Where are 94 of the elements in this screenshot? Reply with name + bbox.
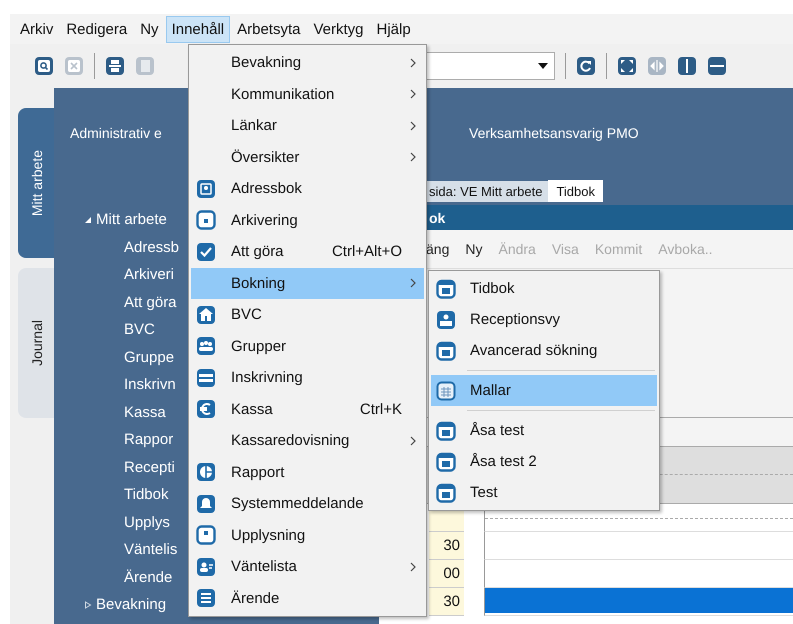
- shortcut-text: Ctrl+K: [358, 400, 402, 418]
- list-icon: [196, 588, 216, 608]
- menu-item[interactable]: Åsa test 2: [431, 446, 657, 477]
- time-label: 30: [429, 588, 464, 616]
- caret-icon: [538, 63, 548, 69]
- chevron-icon: [410, 278, 416, 288]
- chevron-icon: [410, 436, 416, 446]
- menu-item[interactable]: Ärende: [191, 582, 424, 614]
- grid-calendar-icon: [436, 380, 456, 400]
- menu-bar-item[interactable]: Innehåll: [166, 16, 230, 42]
- bell-icon: [196, 494, 216, 514]
- contact-card-icon: [196, 178, 216, 199]
- column-icon[interactable]: [677, 56, 697, 76]
- tree-item[interactable]: Kassa: [124, 398, 166, 426]
- expander-icon[interactable]: [84, 216, 92, 224]
- toolbar-button[interactable]: Ny: [465, 241, 482, 257]
- menu-bar-item[interactable]: Ny: [134, 16, 165, 42]
- window-title: ok: [429, 210, 446, 226]
- toolbar-button[interactable]: äng: [426, 241, 450, 257]
- menu-item[interactable]: Kassaredovisning: [191, 425, 424, 456]
- tree-item[interactable]: Bevakning: [84, 591, 166, 618]
- menu-item[interactable]: Grupper: [191, 330, 424, 362]
- menu-item[interactable]: Rapport: [191, 456, 424, 488]
- menu-item[interactable]: Väntelista: [191, 551, 424, 582]
- tree-item[interactable]: Tidbok: [124, 481, 168, 508]
- chevron-icon: [410, 58, 416, 68]
- menu-item[interactable]: Tidbok: [431, 273, 657, 304]
- tree-item[interactable]: Gruppe: [124, 344, 174, 371]
- menu-item[interactable]: Upplysning: [191, 520, 424, 551]
- header-text: Administrativ e: [70, 125, 162, 141]
- menu-bar-item[interactable]: Hjälp: [370, 16, 417, 42]
- tree-item[interactable]: Ärende: [124, 564, 172, 591]
- tree-item[interactable]: Rappor: [124, 426, 174, 454]
- dot-square-icon: [196, 525, 216, 546]
- checkmark-icon: [196, 242, 216, 262]
- row-icon[interactable]: [707, 56, 727, 76]
- time-label: 00: [429, 560, 464, 588]
- tree-item[interactable]: Inskrivn: [124, 371, 176, 398]
- menu-item[interactable]: Översikter: [191, 142, 424, 173]
- menu-item[interactable]: Inskrivning: [191, 362, 424, 394]
- expander-icon[interactable]: [84, 600, 92, 609]
- shortcut-text: Ctrl+Alt+O: [330, 243, 402, 260]
- house-icon: [196, 304, 216, 325]
- people-icon: [196, 336, 216, 356]
- menu-item[interactable]: Avancerad sökning: [431, 335, 657, 366]
- menu-item[interactable]: Test: [431, 477, 657, 508]
- menu-bar-item[interactable]: Verktyg: [307, 16, 370, 42]
- tree-item[interactable]: BVC: [124, 316, 155, 344]
- euro-icon: [196, 399, 216, 420]
- box-icon: [196, 210, 216, 230]
- side-tab[interactable]: Mitt arbete: [18, 108, 56, 258]
- menu-item[interactable]: Receptionsvy: [431, 304, 657, 335]
- printer-icon[interactable]: [105, 56, 125, 76]
- menu-item[interactable]: Bevakning: [191, 47, 424, 78]
- menu-item[interactable]: Mallar: [431, 375, 657, 406]
- refresh-icon[interactable]: [576, 56, 596, 76]
- menu-item[interactable]: Systemmeddelande: [191, 488, 424, 520]
- tree-item[interactable]: Väntelis: [124, 536, 178, 564]
- tree-item[interactable]: Adressb: [124, 234, 180, 261]
- tree-item[interactable]: Upplys: [124, 508, 170, 536]
- tree-item[interactable]: Recepti: [124, 454, 175, 481]
- chevron-icon: [410, 120, 416, 131]
- tree-item[interactable]: Mitt arbete: [84, 206, 167, 234]
- calendar-icon: [436, 420, 456, 440]
- menu-item[interactable]: Länkar: [191, 110, 424, 142]
- tree-item[interactable]: Att göra: [124, 288, 177, 316]
- menu-item[interactable]: Åsa test: [431, 415, 657, 446]
- side-tab[interactable]: Journal: [18, 268, 56, 418]
- search-icon[interactable]: [34, 56, 54, 76]
- menu-item[interactable]: Bokning: [191, 268, 424, 299]
- calendar-icon: [436, 340, 456, 360]
- expand-icon[interactable]: [617, 56, 637, 76]
- person-icon: [196, 556, 216, 577]
- menu-bar-item[interactable]: Arkiv: [14, 16, 60, 42]
- calendar-icon: [436, 482, 456, 502]
- chevron-icon: [410, 562, 416, 572]
- pie-chart-icon: [196, 462, 216, 482]
- menu-bar-item[interactable]: Redigera: [60, 16, 134, 42]
- menu-bar-item[interactable]: Arbetsyta: [231, 16, 306, 42]
- menu-item[interactable]: Kassa Ctrl+K: [191, 394, 424, 425]
- chevron-icon: [410, 89, 416, 100]
- header-text: Verksamhetsansvarig PMO: [469, 125, 639, 141]
- person-icon: [436, 310, 456, 330]
- menu-item[interactable]: Arkivering: [191, 204, 424, 236]
- calendar-icon: [436, 278, 456, 298]
- time-label: 30: [429, 532, 464, 560]
- menu-item[interactable]: BVC: [191, 299, 424, 330]
- menu-item[interactable]: Adressbok: [191, 173, 424, 204]
- menu-item[interactable]: Att göra Ctrl+Alt+O: [191, 236, 424, 268]
- tree-item[interactable]: Arkiveri: [124, 261, 174, 288]
- chevron-icon: [410, 152, 416, 162]
- calendar-icon: [436, 452, 456, 472]
- document-tab[interactable]: Tidbok: [548, 180, 603, 202]
- menu-item[interactable]: Kommunikation: [191, 78, 424, 110]
